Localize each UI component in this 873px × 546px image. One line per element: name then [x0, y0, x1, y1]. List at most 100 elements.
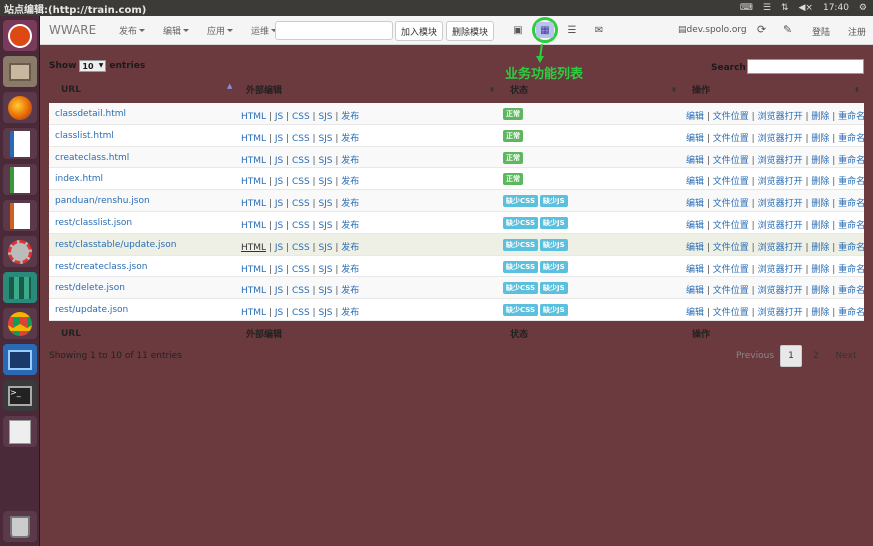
- edit-link[interactable]: HTML: [241, 221, 266, 231]
- url-link[interactable]: rest/update.json: [55, 305, 128, 315]
- operation-link[interactable]: 编辑: [686, 134, 704, 144]
- operation-link[interactable]: 文件位置: [713, 286, 749, 296]
- edit-link[interactable]: JS: [275, 221, 283, 231]
- settings-gear-icon[interactable]: ⚙: [859, 3, 867, 13]
- terminal-icon[interactable]: >_: [3, 380, 37, 411]
- operation-link[interactable]: 浏览器打开: [758, 199, 803, 209]
- edit-link[interactable]: JS: [275, 177, 283, 187]
- operation-link[interactable]: 删除: [811, 199, 829, 209]
- url-link[interactable]: panduan/renshu.json: [55, 196, 150, 206]
- operation-link[interactable]: 文件位置: [713, 112, 749, 122]
- keyboard-icon[interactable]: ⌨: [740, 3, 753, 13]
- operation-link[interactable]: 重命名: [838, 265, 865, 275]
- software-center-icon[interactable]: [3, 272, 37, 303]
- operation-link[interactable]: 编辑: [686, 243, 704, 253]
- edit-link[interactable]: SJS: [318, 265, 332, 275]
- url-link[interactable]: rest/createclass.json: [55, 262, 147, 272]
- sort-icon[interactable]: ⬍: [489, 86, 495, 94]
- edit-link[interactable]: JS: [275, 286, 283, 296]
- operation-link[interactable]: 文件位置: [713, 199, 749, 209]
- operation-link[interactable]: 浏览器打开: [758, 112, 803, 122]
- pagination-next[interactable]: Next: [834, 345, 858, 367]
- ubuntu-dash-icon[interactable]: [3, 20, 37, 51]
- operation-link[interactable]: 编辑: [686, 308, 704, 318]
- url-link[interactable]: rest/classlist.json: [55, 218, 132, 228]
- operation-link[interactable]: 文件位置: [713, 134, 749, 144]
- operation-link[interactable]: 文件位置: [713, 177, 749, 187]
- refresh-icon[interactable]: ⟳: [757, 23, 766, 36]
- system-settings-icon[interactable]: [3, 236, 37, 267]
- edit-link[interactable]: CSS: [292, 221, 310, 231]
- operation-link[interactable]: 编辑: [686, 286, 704, 296]
- edit-link[interactable]: 发布: [341, 199, 359, 209]
- operation-link[interactable]: 文件位置: [713, 221, 749, 231]
- operation-link[interactable]: 浏览器打开: [758, 265, 803, 275]
- operation-link[interactable]: 重命名: [838, 286, 865, 296]
- host-label[interactable]: ▤dev.spolo.org: [678, 25, 747, 35]
- header-operations[interactable]: 操作: [692, 83, 710, 96]
- edit-link[interactable]: JS: [275, 243, 283, 253]
- edit-link[interactable]: SJS: [318, 177, 332, 187]
- operation-link[interactable]: 删除: [811, 156, 829, 166]
- edit-link[interactable]: SJS: [318, 221, 332, 231]
- sort-icon[interactable]: ⬍: [671, 86, 677, 94]
- header-external-edit[interactable]: 外部编辑: [246, 83, 282, 96]
- operation-link[interactable]: 浏览器打开: [758, 177, 803, 187]
- edit-link[interactable]: 发布: [341, 156, 359, 166]
- writer-icon[interactable]: [3, 128, 37, 159]
- header-status[interactable]: 状态: [510, 83, 528, 96]
- edit-link[interactable]: CSS: [292, 286, 310, 296]
- operation-link[interactable]: 重命名: [838, 221, 865, 231]
- edit-link[interactable]: CSS: [292, 243, 310, 253]
- clock[interactable]: 17:40: [823, 3, 849, 13]
- trash-icon[interactable]: [3, 511, 37, 542]
- url-link[interactable]: createclass.html: [55, 153, 129, 163]
- operation-link[interactable]: 编辑: [686, 221, 704, 231]
- operation-link[interactable]: 浏览器打开: [758, 243, 803, 253]
- operation-link[interactable]: 编辑: [686, 199, 704, 209]
- edit-link[interactable]: HTML: [241, 112, 266, 122]
- edit-link[interactable]: CSS: [292, 112, 310, 122]
- pagination-page-1[interactable]: 1: [780, 345, 802, 367]
- edit-link[interactable]: JS: [275, 156, 283, 166]
- module-input[interactable]: [275, 21, 393, 40]
- operation-link[interactable]: 重命名: [838, 308, 865, 318]
- edit-link[interactable]: SJS: [318, 134, 332, 144]
- edit-link[interactable]: SJS: [318, 286, 332, 296]
- edit-link[interactable]: CSS: [292, 134, 310, 144]
- sort-asc-icon[interactable]: ▲: [227, 82, 232, 90]
- operation-link[interactable]: 浏览器打开: [758, 156, 803, 166]
- columns-icon[interactable]: ☰: [563, 22, 581, 38]
- edit-link[interactable]: HTML: [241, 199, 266, 209]
- edit-link[interactable]: CSS: [292, 199, 310, 209]
- edit-link[interactable]: 发布: [341, 112, 359, 122]
- operation-link[interactable]: 文件位置: [713, 156, 749, 166]
- operation-link[interactable]: 重命名: [838, 134, 865, 144]
- edit-link[interactable]: 发布: [341, 134, 359, 144]
- calc-icon[interactable]: [3, 164, 37, 195]
- chrome-icon[interactable]: [3, 308, 37, 339]
- text-editor-icon[interactable]: [3, 416, 37, 447]
- brand-logo[interactable]: WWARE: [49, 23, 107, 37]
- sort-icon[interactable]: ⬍: [854, 86, 860, 94]
- operation-link[interactable]: 文件位置: [713, 243, 749, 253]
- edit-link[interactable]: 发布: [341, 221, 359, 231]
- edit-link[interactable]: SJS: [318, 156, 332, 166]
- url-link[interactable]: index.html: [55, 174, 103, 184]
- edit-link[interactable]: CSS: [292, 308, 310, 318]
- edit-link[interactable]: 发布: [341, 286, 359, 296]
- edit-link[interactable]: HTML: [241, 156, 266, 166]
- edit-link[interactable]: JS: [275, 134, 283, 144]
- operation-link[interactable]: 删除: [811, 112, 829, 122]
- search-input[interactable]: [747, 59, 864, 74]
- edit-link[interactable]: HTML: [241, 265, 266, 275]
- edit-link[interactable]: JS: [275, 265, 283, 275]
- operation-link[interactable]: 删除: [811, 221, 829, 231]
- menu-apps[interactable]: 应用: [207, 24, 234, 37]
- film-icon[interactable]: ▣: [509, 22, 527, 38]
- edit-link[interactable]: SJS: [318, 199, 332, 209]
- system-monitor-icon[interactable]: [3, 344, 37, 375]
- impress-icon[interactable]: [3, 200, 37, 231]
- firefox-icon[interactable]: [3, 92, 37, 123]
- edit-link[interactable]: 发布: [341, 308, 359, 318]
